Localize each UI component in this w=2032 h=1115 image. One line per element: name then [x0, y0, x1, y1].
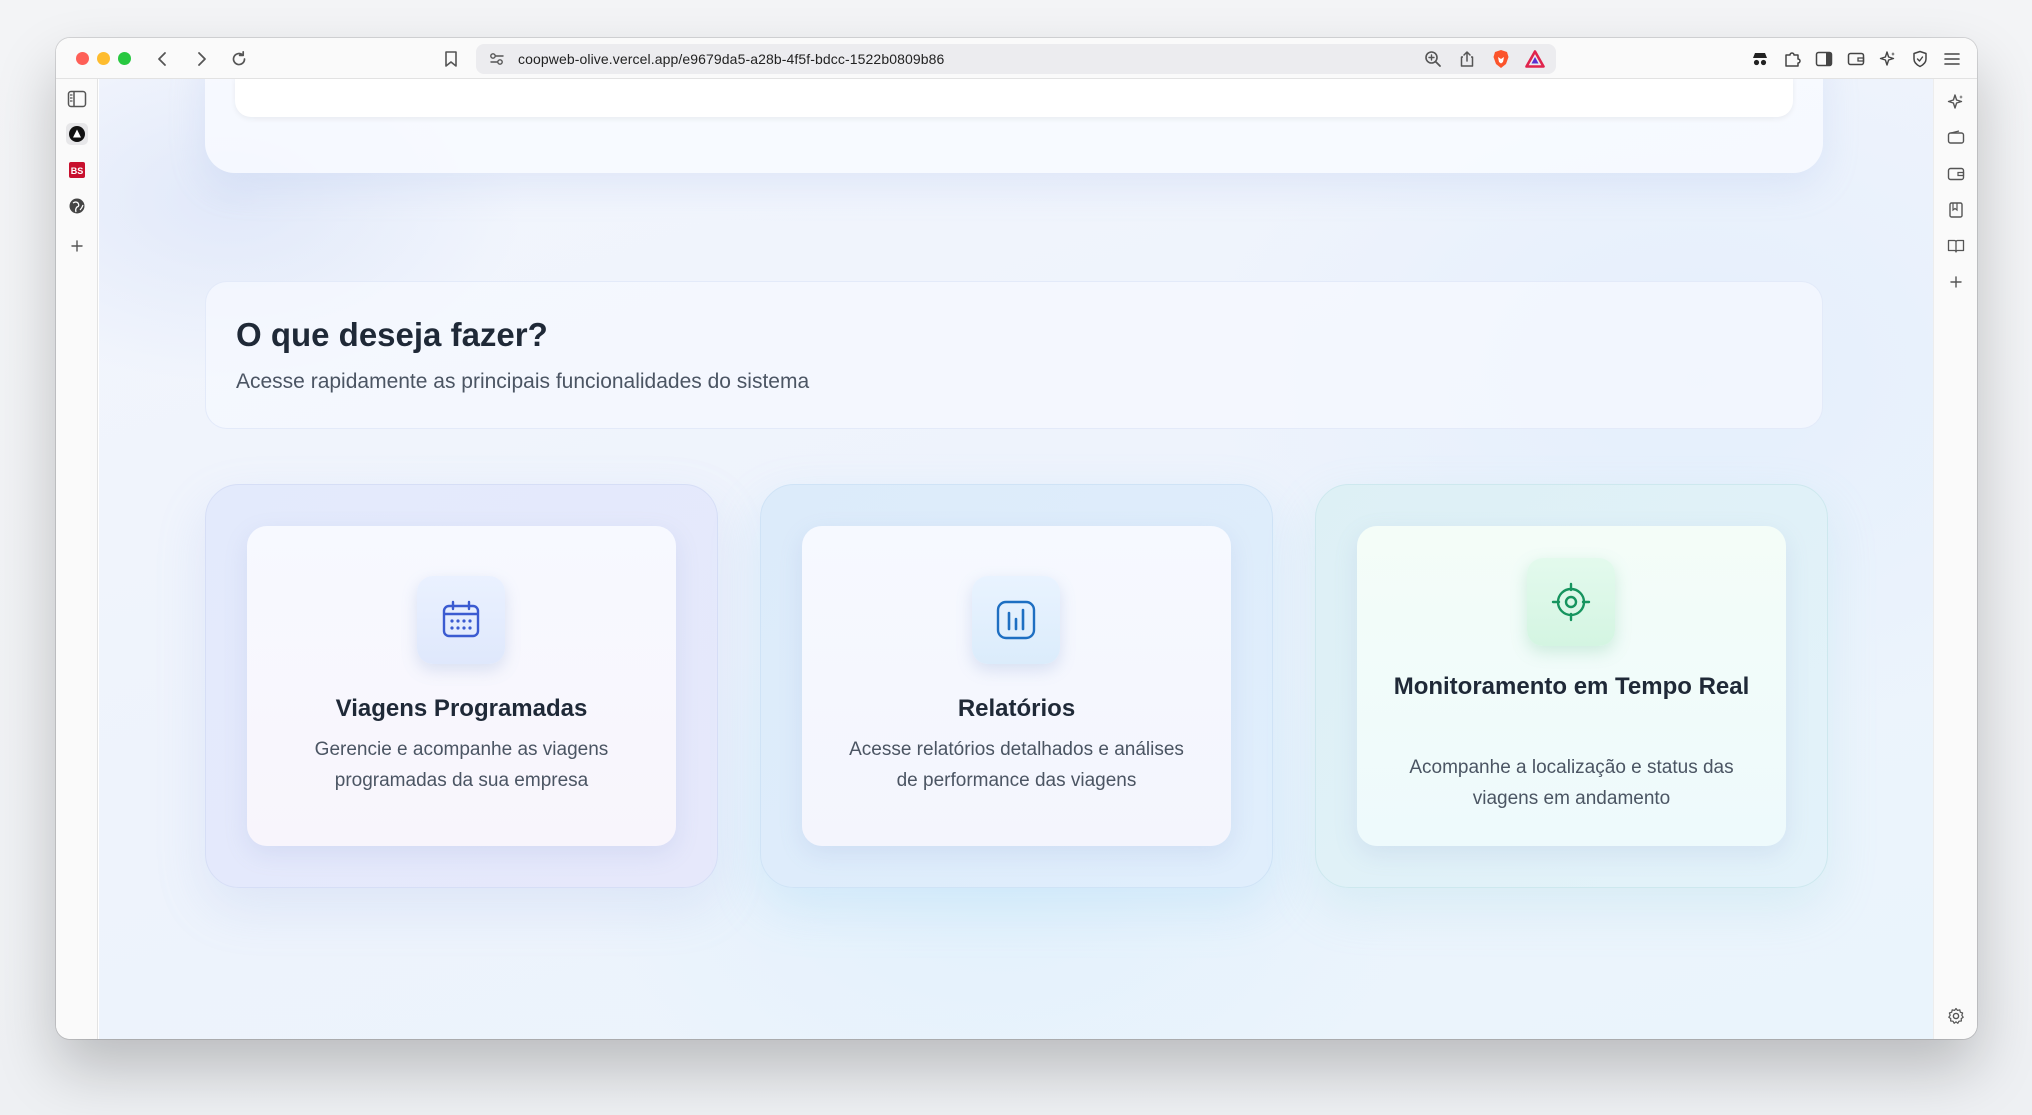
settings-gear-icon	[1948, 1007, 1964, 1024]
leo-star-icon	[1947, 94, 1963, 109]
bookmarks-icon	[1949, 202, 1963, 218]
sidebar-toggle-button[interactable]	[66, 88, 88, 110]
reload-button[interactable]	[226, 47, 252, 71]
card-icon-box	[1527, 558, 1615, 646]
wallet-icon	[1847, 52, 1865, 66]
private-window-button[interactable]	[1749, 47, 1771, 71]
bookmark-button[interactable]	[440, 47, 462, 71]
globe-icon	[69, 198, 85, 214]
bs-app-icon: BS	[69, 162, 85, 178]
left-sidebar: BS	[56, 79, 98, 1039]
sidebar-app-globe[interactable]	[66, 195, 88, 217]
sidebar-panel-icon	[1815, 51, 1833, 67]
add-panel-button[interactable]	[1945, 271, 1967, 293]
sidebar-app-bs[interactable]: BS	[66, 159, 88, 181]
wallet-alt-icon	[1947, 167, 1965, 181]
plus-icon	[1950, 276, 1962, 288]
sidebar-button[interactable]	[1813, 47, 1835, 71]
site-settings-icon[interactable]	[488, 50, 506, 68]
plus-icon	[71, 240, 83, 252]
brave-lion-icon	[1493, 50, 1509, 68]
card-inner[interactable]: Relatórios Acesse relatórios detalhados …	[802, 526, 1231, 846]
page-content: O que deseja fazer? Acesse rapidamente a…	[99, 79, 1933, 1039]
address-bar-actions	[1422, 48, 1546, 70]
card-icon-box	[417, 576, 505, 664]
wallet-button[interactable]	[1845, 47, 1867, 71]
card-inner[interactable]: Viagens Programadas Gerencie e acompanhe…	[247, 526, 676, 846]
sidebar-settings-button[interactable]	[1945, 1005, 1967, 1027]
sparkle-star-icon	[1879, 51, 1895, 66]
maximize-window-button[interactable]	[118, 52, 131, 65]
svg-text:BS: BS	[71, 166, 84, 176]
card-description: Gerencie e acompanhe as viagens programa…	[314, 739, 609, 791]
reading-list-panel-button[interactable]	[1945, 235, 1967, 257]
section-title: O que deseja fazer?	[236, 316, 548, 353]
brave-shields-button[interactable]	[1490, 48, 1512, 70]
bar-chart-icon	[996, 600, 1036, 640]
quick-actions-header: O que deseja fazer? Acesse rapidamente a…	[205, 281, 1823, 429]
reload-icon	[232, 50, 246, 66]
top-panel-bar	[235, 79, 1793, 117]
reading-list-icon	[1947, 239, 1965, 253]
back-button[interactable]	[150, 47, 176, 71]
bookmark-icon	[445, 51, 457, 67]
close-window-button[interactable]	[76, 52, 89, 65]
brave-rewards-button[interactable]	[1524, 48, 1546, 70]
zoom-icon	[1425, 51, 1441, 67]
wallet-panel-button[interactable]	[1945, 127, 1967, 149]
hamburger-menu-icon	[1944, 53, 1960, 65]
toolbar-extensions	[1749, 47, 1963, 71]
vpn-button[interactable]	[1909, 47, 1931, 71]
shield-icon	[1913, 50, 1927, 68]
card-inner[interactable]: Monitoramento em Tempo Real Acompanhe a …	[1357, 526, 1786, 846]
rewards-triangle-icon	[1525, 50, 1545, 68]
sidebar-app-a[interactable]	[66, 123, 88, 145]
calendar-icon	[442, 600, 480, 638]
forward-button[interactable]	[188, 47, 214, 71]
chevron-right-icon	[198, 52, 206, 66]
share-button[interactable]	[1456, 48, 1478, 70]
url-text[interactable]: coopweb-olive.vercel.app/e9679da5-a28b-4…	[518, 51, 944, 67]
card-relatorios[interactable]: Relatórios Acesse relatórios detalhados …	[760, 484, 1273, 888]
puzzle-icon	[1785, 52, 1801, 67]
sidebar-toggle-icon	[67, 90, 87, 108]
leo-ai-button[interactable]	[1877, 47, 1899, 71]
bookmarks-panel-button[interactable]	[1945, 199, 1967, 221]
main-menu-button[interactable]	[1941, 47, 1963, 71]
navigation-buttons	[150, 47, 252, 71]
card-title: Relatórios	[957, 695, 1076, 722]
target-icon	[1551, 582, 1591, 622]
top-panel	[205, 79, 1823, 173]
browser-toolbar: coopweb-olive.vercel.app/e9679da5-a28b-4…	[56, 38, 1977, 79]
browser-window: coopweb-olive.vercel.app/e9679da5-a28b-4…	[56, 38, 1977, 1039]
leo-panel-button[interactable]	[1945, 91, 1967, 113]
card-description: Acompanhe a localização e status das via…	[1409, 757, 1734, 809]
chevron-left-icon	[158, 52, 166, 66]
incognito-icon	[1753, 53, 1767, 66]
extensions-button[interactable]	[1781, 47, 1803, 71]
minimize-window-button[interactable]	[97, 52, 110, 65]
card-title: Viagens Programadas	[335, 695, 588, 722]
card-icon-box	[972, 576, 1060, 664]
share-icon	[1460, 51, 1474, 67]
card-viagens-programadas[interactable]: Viagens Programadas Gerencie e acompanhe…	[205, 484, 718, 888]
zoom-button[interactable]	[1422, 48, 1444, 70]
wallet-alt-panel-button[interactable]	[1945, 163, 1967, 185]
card-description: Acesse relatórios detalhados e análises …	[849, 739, 1184, 791]
card-title: Monitoramento em Tempo Real	[1393, 673, 1750, 700]
sidebar-add-button[interactable]	[66, 235, 88, 257]
wallet-icon	[1947, 130, 1965, 144]
card-monitoramento[interactable]: Monitoramento em Tempo Real Acompanhe a …	[1315, 484, 1828, 888]
window-controls	[76, 52, 131, 65]
app-a-icon	[69, 126, 85, 142]
address-bar[interactable]: coopweb-olive.vercel.app/e9679da5-a28b-4…	[476, 44, 1556, 74]
right-sidebar	[1933, 79, 1977, 1039]
section-subtitle: Acesse rapidamente as principais funcion…	[236, 370, 810, 393]
